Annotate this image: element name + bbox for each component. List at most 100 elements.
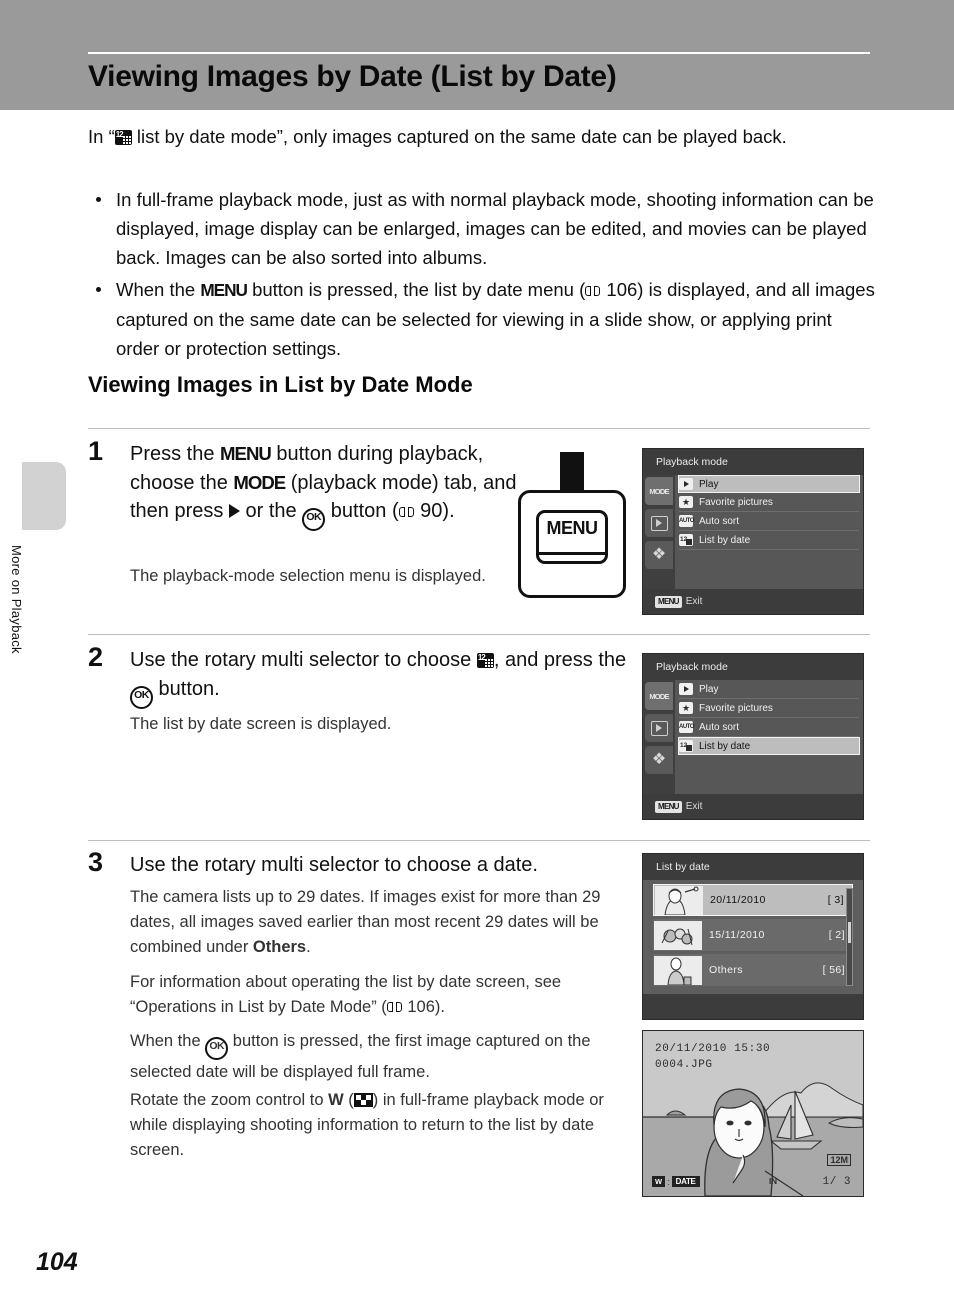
list-by-date-icon: 12 <box>476 653 494 668</box>
screen-list-by-date: List by date 20/11/2010 [ 3] 15/11/2010 … <box>642 853 864 1020</box>
menu-key-label: MENU <box>546 518 599 538</box>
menu-key-line <box>539 552 605 555</box>
step-3-p2-a: For information about operating the list… <box>130 973 562 1016</box>
ok-button-icon: OK <box>302 508 326 531</box>
screen-title: Playback mode <box>643 654 863 680</box>
chapter-label: More on Playback <box>9 545 24 654</box>
step-3-paragraph-3: When the OK button is pressed, the first… <box>130 1029 625 1085</box>
list-item-label: Play <box>699 478 719 490</box>
auto-icon: AUTO <box>679 515 694 527</box>
auto-icon: AUTO <box>679 721 694 733</box>
step-3-number: 3 <box>88 847 104 877</box>
step-1-text-d: or the <box>239 500 303 522</box>
step-3-paragraph-4: Rotate the zoom control to W () in full-… <box>130 1088 625 1163</box>
date-icon: 12 <box>679 740 693 752</box>
thumbnail-flowers-graphic <box>654 920 702 950</box>
step-2-heading: Use the rotary multi selector to choose … <box>130 646 630 709</box>
page-number: 104 <box>36 1248 78 1276</box>
date-count: [ 56] <box>822 964 845 976</box>
sidebar-item-mode[interactable]: MODE <box>645 477 673 505</box>
list-item[interactable]: 12 List by date <box>679 531 859 550</box>
bullet-2-pre: When the <box>116 279 201 300</box>
list-item[interactable]: 12 List by date <box>678 737 860 755</box>
step-3-p2-ref: 106 <box>402 998 435 1016</box>
menu-chip: MENU <box>655 595 682 608</box>
table-row[interactable]: 20/11/2010 [ 3] <box>653 884 853 916</box>
step-1-heading: Press the MENU button during playback, c… <box>130 440 520 531</box>
sidebar-item-setup[interactable]: ❖ <box>645 541 673 569</box>
table-row[interactable]: Others [ 56] <box>653 954 853 986</box>
list-item-label: List by date <box>699 534 751 546</box>
date-icon: 12 <box>679 534 693 546</box>
divider <box>88 428 870 429</box>
screen-playback-mode-2: Playback mode MODE ❖ Play ★ Favorite pict… <box>642 653 864 820</box>
list-item[interactable]: AUTO Auto sort <box>679 512 859 531</box>
photo-filename: 0004.JPG <box>655 1059 713 1071</box>
step-1-subtext: The playback-mode selection menu is disp… <box>130 567 486 585</box>
menu-word: MENU <box>200 280 248 300</box>
screen-full-frame-playback: 20/11/2010 15:30 0004.JPG W : DATE IN 1/… <box>642 1030 864 1197</box>
wrench-icon: ❖ <box>651 546 667 563</box>
sidebar-item-mode[interactable]: MODE <box>645 682 673 710</box>
step-3-paragraph-2: For information about operating the list… <box>130 970 625 1020</box>
thumbnail <box>655 885 703 915</box>
ok-button-icon: OK <box>205 1037 229 1060</box>
list-item: In full-frame playback mode, just as wit… <box>88 185 878 272</box>
mode-word: MODE <box>233 471 286 493</box>
intro-text-before: In “ <box>88 126 115 147</box>
book-reference-icon <box>386 1001 402 1013</box>
sidebar-item-setup[interactable]: ❖ <box>645 746 673 774</box>
table-row[interactable]: 15/11/2010 [ 2] <box>653 919 853 951</box>
list-item-label: Auto sort <box>699 721 740 733</box>
scene-graphic <box>643 1082 863 1196</box>
step-2-number: 2 <box>88 642 104 672</box>
list-item[interactable]: Play <box>678 475 860 493</box>
thumbnail-view-icon <box>353 1093 373 1107</box>
list-item[interactable]: ★ Favorite pictures <box>679 493 859 512</box>
divider <box>88 634 870 635</box>
step-1-ref: 90 <box>414 500 443 522</box>
play-icon <box>679 478 693 490</box>
menu-button-illustration: MENU <box>512 452 634 612</box>
divider <box>88 840 870 841</box>
step-1-text-a: Press the <box>130 443 221 465</box>
step-3-p1-b: . <box>306 938 311 956</box>
list-item[interactable]: AUTO Auto sort <box>679 718 859 737</box>
menu-chip: MENU <box>655 800 682 813</box>
list-item: When the MENU button is pressed, the lis… <box>88 275 878 363</box>
date-label: Others <box>709 964 743 976</box>
list-item-label: Play <box>699 683 719 695</box>
list-item[interactable]: Play <box>679 680 859 699</box>
list-item-label: Favorite pictures <box>699 702 773 714</box>
page-header-band: Viewing Images by Date (List by Date) <box>0 0 954 110</box>
page-title: Viewing Images by Date (List by Date) <box>88 60 617 93</box>
thumbnail-portrait-graphic <box>655 885 703 915</box>
sidebar-item-playback[interactable] <box>645 714 673 742</box>
list-item-label: Auto sort <box>699 515 740 527</box>
step-3-p3-a: When the <box>130 1032 206 1050</box>
memory-indicator: IN <box>769 1177 777 1186</box>
date-list-body: 20/11/2010 [ 3] 15/11/2010 [ 2] Others [… <box>643 880 863 994</box>
thumbnail-person-graphic <box>654 955 702 985</box>
date-chip: DATE <box>671 1176 700 1187</box>
date-label: 15/11/2010 <box>709 929 765 941</box>
screen-playback-mode-1: Playback mode MODE ❖ Play ★ Favorite pict… <box>642 448 864 615</box>
frame-counter: 1/ 3 <box>822 1176 851 1188</box>
scrollbar[interactable] <box>846 888 853 986</box>
book-reference-icon <box>398 506 414 518</box>
step-1-text-f: ). <box>442 500 455 522</box>
list-item-label: List by date <box>699 740 751 752</box>
intro-text-after: list by date mode”, only images captured… <box>131 126 787 147</box>
list-item-label: Favorite pictures <box>699 496 773 508</box>
screen-tab-column: MODE ❖ <box>643 680 675 794</box>
step-3-p4-b: ( <box>343 1091 354 1109</box>
step-3-paragraph-1: The camera lists up to 29 dates. If imag… <box>130 885 625 960</box>
bullet-list: In full-frame playback mode, just as wit… <box>88 185 878 366</box>
section-title: Viewing Images in List by Date Mode <box>88 372 473 397</box>
step-1-number: 1 <box>88 436 104 466</box>
sidebar-item-playback[interactable] <box>645 509 673 537</box>
play-icon <box>679 683 693 695</box>
screen-footer <box>643 994 863 1019</box>
list-by-date-icon: 12 <box>114 130 132 145</box>
list-item[interactable]: ★ Favorite pictures <box>679 699 859 718</box>
